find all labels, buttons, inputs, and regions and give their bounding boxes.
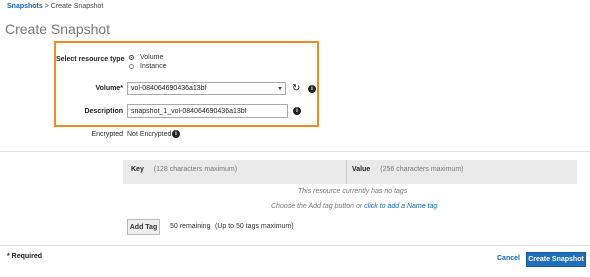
tags-key-hint: (128 characters maximum) xyxy=(153,166,238,173)
encrypted-value: Not Encrypted xyxy=(127,131,172,138)
page-title: Create Snapshot xyxy=(5,21,111,37)
tags-value-hint: (256 characters maximum) xyxy=(380,166,464,173)
radio-volume[interactable]: Volume xyxy=(129,54,163,61)
chevron-down-icon xyxy=(278,87,282,90)
radio-instance-label: Instance xyxy=(140,63,167,70)
tags-help-prefix: Choose the Add tag button or xyxy=(271,203,363,210)
required-note: * Required xyxy=(7,253,43,260)
radio-volume-label: Volume xyxy=(140,54,164,61)
create-snapshot-button[interactable]: Create Snapshot xyxy=(526,252,586,267)
breadcrumb-current: Create Snapshot xyxy=(50,3,104,10)
tags-value-header: Value xyxy=(352,166,371,173)
volume-select-value: vol-084064690436a13bf xyxy=(131,85,207,92)
tags-key-column: Key (128 characters maximum) xyxy=(131,166,237,173)
refresh-icon[interactable]: ↻ xyxy=(292,84,300,94)
volume-label: Volume* xyxy=(95,85,124,92)
tags-max-note: (Up to 50 tags maximum) xyxy=(215,223,294,230)
breadcrumb-separator: > xyxy=(44,3,49,10)
cancel-button[interactable]: Cancel xyxy=(497,255,520,262)
radio-volume-indicator[interactable] xyxy=(129,55,134,60)
section-divider xyxy=(0,151,590,152)
info-icon[interactable]: i xyxy=(172,130,180,138)
breadcrumb: Snapshots > Create Snapshot xyxy=(7,3,103,10)
tags-value-column: Value (256 characters maximum) xyxy=(352,166,464,173)
encrypted-label: Encrypted xyxy=(91,131,123,138)
tags-column-divider xyxy=(346,160,347,184)
description-input[interactable] xyxy=(127,104,288,118)
tags-remaining: 50 remaining xyxy=(170,223,211,230)
volume-select[interactable]: vol-084064690436a13bf xyxy=(127,82,286,95)
add-tag-button[interactable]: Add Tag xyxy=(127,219,160,235)
tags-empty-message: This resource currently has no tags xyxy=(298,188,408,195)
info-icon[interactable]: i xyxy=(308,85,316,93)
description-label: Description xyxy=(84,108,123,115)
radio-instance[interactable]: Instance xyxy=(129,63,166,70)
breadcrumb-link-snapshots[interactable]: Snapshots xyxy=(7,3,43,10)
tags-key-header: Key xyxy=(131,166,144,173)
tags-help-text: Choose the Add tag button or click to ad… xyxy=(271,203,437,210)
resource-type-label: Select resource type xyxy=(56,56,125,63)
info-icon[interactable]: i xyxy=(293,107,301,115)
add-name-tag-link[interactable]: click to add a Name tag xyxy=(364,203,437,210)
radio-instance-indicator[interactable] xyxy=(129,64,134,69)
footer-divider xyxy=(0,245,590,246)
